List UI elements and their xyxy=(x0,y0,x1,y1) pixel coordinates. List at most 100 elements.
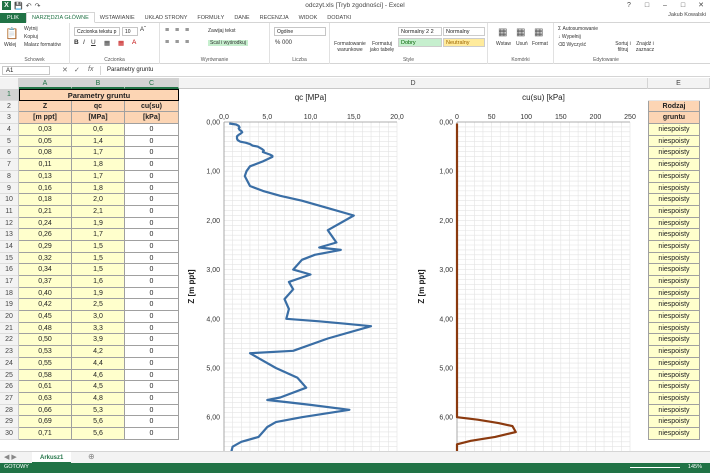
qc-chart[interactable]: qc [MPa] 0,0 5,0 10,0 15,0 20,0 0,00 1,00 2,00 3,… xyxy=(180,89,408,451)
table-cell[interactable]: 1,5 xyxy=(72,264,125,276)
align-left-icon[interactable]: ≡ xyxy=(165,39,169,46)
column-header-e[interactable]: E xyxy=(648,78,710,89)
format-painter-button[interactable]: Malarz formatów xyxy=(24,42,61,48)
table-title-cell[interactable]: Parametry gruntu xyxy=(19,89,179,101)
ribbon-display-icon[interactable]: □ xyxy=(638,0,656,11)
table-cell[interactable]: 0 xyxy=(125,264,179,276)
table-cell[interactable]: 1,5 xyxy=(72,252,125,265)
soil-type-cell[interactable]: niespoisty xyxy=(648,427,700,440)
row-header[interactable]: 26 xyxy=(0,381,18,393)
row-header[interactable]: 28 xyxy=(0,405,18,417)
row-header[interactable]: 6 xyxy=(0,147,18,160)
table-cell[interactable]: 3,0 xyxy=(72,311,125,323)
row-header[interactable]: 5 xyxy=(0,136,18,148)
row-header[interactable]: 19 xyxy=(0,299,18,312)
soil-type-cell[interactable]: niespoisty xyxy=(648,135,700,148)
row-header[interactable]: 4 xyxy=(0,124,18,136)
name-box[interactable]: A1 xyxy=(2,66,50,75)
font-name-select[interactable]: Czcionka tekstu p xyxy=(74,27,120,36)
table-cell[interactable]: 2,0 xyxy=(72,194,125,206)
wrap-text-button[interactable]: Zawijaj tekst xyxy=(208,28,236,34)
paste-icon[interactable]: 📋 xyxy=(5,27,19,40)
font-grow-icon[interactable]: Aˆ xyxy=(140,27,146,33)
table-cell[interactable]: 2,1 xyxy=(72,205,125,218)
table-cell[interactable]: 0,45 xyxy=(19,311,72,323)
table-cell[interactable]: 0,05 xyxy=(19,135,72,148)
table-cell[interactable]: 0 xyxy=(125,252,179,265)
unit-header-cell[interactable]: [MPa] xyxy=(72,112,125,125)
row-header[interactable]: 21 xyxy=(0,323,18,335)
soil-type-cell[interactable]: niespoisty xyxy=(648,381,700,393)
autosum-button[interactable]: Σ Autosumowanie xyxy=(558,26,598,32)
soil-type-cell[interactable]: niespoisty xyxy=(648,217,700,230)
table-cell[interactable]: 4,5 xyxy=(72,381,125,393)
table-cell[interactable]: 3,3 xyxy=(72,322,125,335)
fill-button[interactable]: ↓ Wypełnij xyxy=(558,34,581,40)
table-cell[interactable]: 0,69 xyxy=(19,416,72,428)
row-header[interactable]: 8 xyxy=(0,171,18,183)
table-cell[interactable]: 0 xyxy=(125,392,179,405)
table-cell[interactable]: 0,50 xyxy=(19,334,72,347)
table-cell[interactable]: 0,34 xyxy=(19,264,72,276)
insert-button[interactable]: Wstaw xyxy=(496,41,511,47)
select-all-corner[interactable] xyxy=(0,78,19,89)
table-cell[interactable]: 0,48 xyxy=(19,322,72,335)
sheet-nav-arrows-icon[interactable]: ◀ ▶ xyxy=(4,453,17,461)
table-cell[interactable]: 0 xyxy=(125,427,179,440)
cu-chart[interactable]: cu(su) [kPa] 0 50 100 150 200 250 0,00 1,00 2,00 3… xyxy=(410,89,646,451)
soil-type-cell[interactable]: niespoisty xyxy=(648,147,700,160)
number-format-select[interactable]: Ogólne xyxy=(274,27,326,36)
row-header[interactable]: 18 xyxy=(0,288,18,300)
row-header[interactable]: 30 xyxy=(0,428,18,440)
column-header-b[interactable]: B xyxy=(72,78,125,89)
table-cell[interactable]: 0,58 xyxy=(19,369,72,382)
insert-icon[interactable]: ▦ xyxy=(498,27,507,38)
table-cell[interactable]: 0 xyxy=(125,124,179,136)
table-cell[interactable]: 0,32 xyxy=(19,252,72,265)
row-header[interactable]: 13 xyxy=(0,229,18,241)
table-cell[interactable]: 1,9 xyxy=(72,217,125,230)
maximize-button[interactable]: □ xyxy=(674,0,692,11)
soil-type-cell[interactable]: niespoisty xyxy=(648,346,700,358)
table-cell[interactable]: 0,40 xyxy=(19,287,72,300)
row-header[interactable]: 1 xyxy=(0,89,18,101)
soil-type-cell[interactable]: niespoisty xyxy=(648,182,700,195)
table-cell[interactable]: 0 xyxy=(125,194,179,206)
table-cell[interactable]: 4,4 xyxy=(72,357,125,370)
table-cell[interactable]: 0 xyxy=(125,205,179,218)
user-name[interactable]: Jakub Kowalski xyxy=(668,12,706,18)
table-cell[interactable]: 0,26 xyxy=(19,229,72,241)
table-cell[interactable]: 0 xyxy=(125,182,179,195)
row-header[interactable]: 3 xyxy=(0,112,18,125)
cancel-icon[interactable]: ✕ xyxy=(62,66,68,74)
delete-button[interactable]: Usuń xyxy=(516,41,528,47)
soil-type-header-cell[interactable]: gruntu xyxy=(648,112,700,125)
table-cell[interactable]: 4,6 xyxy=(72,369,125,382)
clear-button[interactable]: ⌫ Wyczyść xyxy=(558,42,586,48)
table-cell[interactable]: 0,29 xyxy=(19,240,72,253)
column-header-c[interactable]: C xyxy=(125,78,179,89)
table-cell[interactable]: 1,7 xyxy=(72,147,125,160)
percent-icon[interactable]: % 000 xyxy=(275,40,292,46)
unit-header-cell[interactable]: [m ppt] xyxy=(19,112,72,125)
table-cell[interactable]: 0 xyxy=(125,287,179,300)
table-cell[interactable]: 0,37 xyxy=(19,276,72,288)
conditional-formatting-button[interactable]: Formatowanie warunkowe xyxy=(334,41,366,53)
tab-home[interactable]: NARZĘDZIA GŁÓWNE xyxy=(25,12,95,23)
zoom-slider[interactable] xyxy=(630,467,680,468)
table-cell[interactable]: 0,24 xyxy=(19,217,72,230)
soil-type-cell[interactable]: niespoisty xyxy=(648,311,700,323)
table-cell[interactable]: 0,21 xyxy=(19,205,72,218)
column-header-cell[interactable]: Z xyxy=(19,100,72,113)
table-cell[interactable]: 0 xyxy=(125,369,179,382)
column-header-d[interactable]: D xyxy=(179,78,648,89)
cut-button[interactable]: Wytnij xyxy=(24,26,38,32)
table-cell[interactable]: 0 xyxy=(125,311,179,323)
column-header-a[interactable]: A xyxy=(19,78,72,89)
soil-type-cell[interactable]: niespoisty xyxy=(648,357,700,370)
table-cell[interactable]: 0,55 xyxy=(19,357,72,370)
soil-type-header-cell[interactable]: Rodzaj xyxy=(648,100,700,113)
soil-type-cell[interactable]: niespoisty xyxy=(648,124,700,136)
row-header[interactable]: 7 xyxy=(0,159,18,171)
table-cell[interactable]: 1,8 xyxy=(72,159,125,171)
